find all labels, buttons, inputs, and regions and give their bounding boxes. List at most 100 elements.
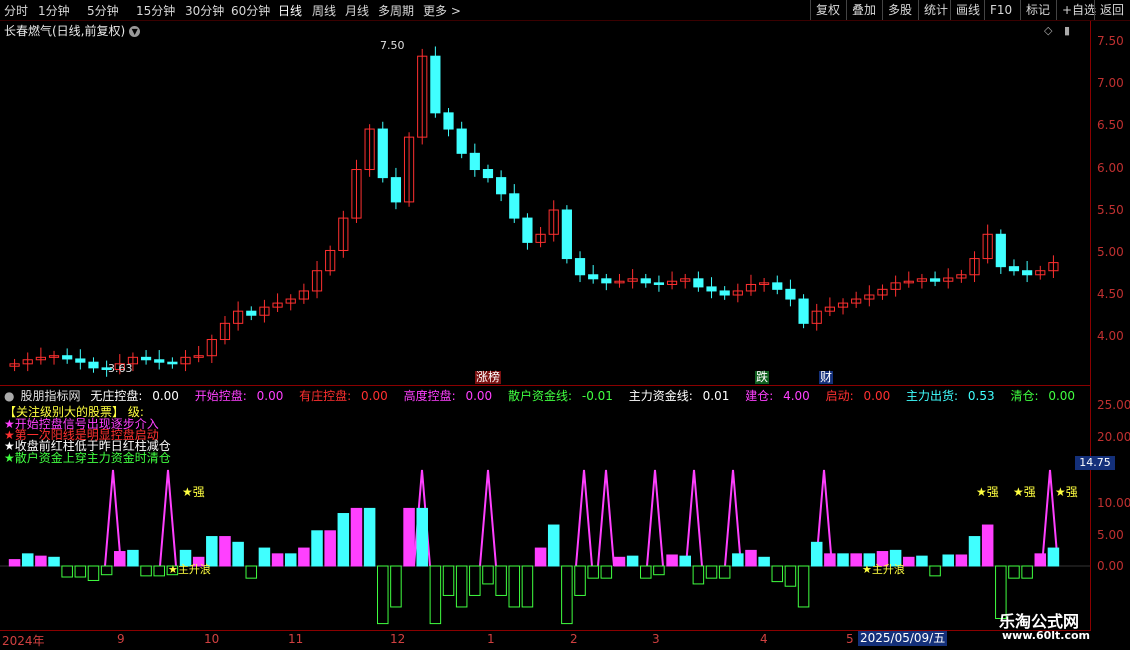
indicator-bar	[377, 565, 389, 625]
event-tag-die[interactable]: 跌	[755, 371, 770, 384]
indicator-bar	[87, 565, 100, 581]
control-spike	[646, 469, 664, 567]
ind-tick: 10.00	[1097, 496, 1130, 510]
button-fanhui[interactable]: 返回	[1094, 0, 1130, 20]
price-tick: 7.50	[1097, 34, 1124, 48]
indicator-bar	[600, 565, 613, 579]
indicator-bar	[929, 565, 941, 577]
candle-body	[772, 282, 783, 290]
indicator-bar	[284, 553, 297, 567]
indicator-bar	[1047, 547, 1060, 567]
ind-label: 启动:	[825, 389, 854, 403]
indicator-bar	[653, 565, 665, 576]
indicator-bar	[784, 565, 797, 587]
xaxis-tick: 4	[760, 632, 768, 646]
indicator-bar	[8, 559, 21, 567]
control-spike	[575, 469, 593, 567]
ind-tick: 20.00	[1097, 430, 1130, 444]
candle-body	[377, 128, 388, 179]
price-tick: 7.00	[1097, 76, 1124, 90]
signal-wave: ★主升浪	[862, 563, 905, 576]
indicator-bar	[298, 547, 310, 567]
watermark-url: www.60lt.com	[1002, 629, 1091, 642]
indicator-bar	[219, 536, 231, 567]
ind-value: 4.00	[783, 389, 810, 403]
xaxis-tick: 11	[288, 632, 304, 646]
ind-value: -0.01	[581, 389, 613, 403]
indicator-bar	[903, 556, 915, 567]
candle-body	[785, 288, 796, 300]
ind-value: 0.00	[361, 389, 388, 403]
indicator-name[interactable]: 股朋指标网	[20, 389, 80, 403]
event-tag-cai[interactable]: 财	[819, 371, 834, 384]
candle-body	[1022, 270, 1033, 276]
indicator-bar	[758, 556, 770, 567]
candle-body	[706, 286, 717, 292]
ind-label: 主力资金线:	[628, 389, 693, 403]
control-spike	[479, 469, 497, 567]
indicator-bar	[547, 524, 560, 567]
indicator-bar	[74, 565, 87, 578]
candle-body	[601, 278, 612, 284]
signal-strong: ★强	[1055, 485, 1078, 499]
candle-body	[482, 169, 494, 179]
price-tick: 4.50	[1097, 287, 1124, 301]
candle-body	[561, 209, 572, 260]
indicator-bar	[416, 507, 428, 567]
candle-body	[167, 361, 178, 365]
indicator-bar	[574, 565, 586, 596]
indicator-bar	[613, 556, 626, 567]
indicator-bar	[626, 555, 639, 567]
candle-body	[443, 112, 454, 130]
price-tick: 4.00	[1097, 329, 1124, 343]
price-tick: 6.50	[1097, 118, 1124, 132]
control-spike	[724, 469, 742, 567]
candle-body	[62, 355, 73, 360]
indicator-bar	[21, 553, 34, 567]
candle-body	[522, 217, 533, 243]
candle-body	[1008, 266, 1020, 272]
indicator-bar	[495, 565, 507, 596]
price-tick: 6.00	[1097, 161, 1124, 175]
indicator-info-bar: ● 股朋指标网 无庄控盘: 0.00 开始控盘: 0.00 有庄控盘: 0.00 …	[4, 387, 1087, 404]
ind-value: 0.00	[1048, 389, 1076, 403]
signal-strong: ★强	[976, 485, 999, 499]
indicator-bar	[968, 536, 981, 567]
price-chart[interactable]	[0, 0, 1091, 632]
event-tag-zhangbang[interactable]: 涨榜	[475, 371, 502, 384]
indicator-bar	[114, 551, 126, 567]
candle-body	[469, 152, 480, 171]
indicator-bar	[705, 565, 718, 579]
xaxis-tick: 5	[846, 632, 854, 646]
indicator-bar	[850, 553, 862, 567]
indicator-bar	[587, 565, 599, 579]
indicator-bar	[100, 565, 113, 576]
indicator-bar	[245, 565, 258, 579]
control-spike	[159, 469, 177, 567]
xaxis-tick: 3	[652, 632, 660, 646]
indicator-bar	[508, 565, 521, 608]
indicator-bar	[771, 565, 784, 583]
indicator-bar	[981, 524, 994, 567]
ind-label: 散户资金线:	[508, 389, 573, 403]
ind-tick: 5.00	[1097, 528, 1124, 542]
indicator-bar	[442, 565, 455, 596]
price-tick: 5.00	[1097, 245, 1124, 259]
indicator-bar	[942, 554, 954, 567]
signal-strong: ★强	[182, 485, 205, 499]
candle-body	[140, 356, 152, 361]
indicator-bar	[469, 565, 481, 596]
gear-icon[interactable]: ●	[4, 389, 14, 403]
indicator-bar	[258, 547, 271, 567]
candle-body	[798, 298, 809, 324]
candle-body	[693, 278, 704, 288]
candle-body	[574, 258, 586, 276]
candle-body	[456, 128, 467, 154]
indicator-bar	[324, 530, 336, 567]
ind-label: 无庄控盘:	[90, 389, 143, 403]
indicator-bar	[48, 556, 60, 567]
xaxis-tick: 12	[390, 632, 406, 646]
signal-strong: ★强	[1013, 485, 1036, 499]
ind-value: 0.01	[702, 389, 730, 403]
ind-label: 开始控盘:	[194, 389, 247, 403]
